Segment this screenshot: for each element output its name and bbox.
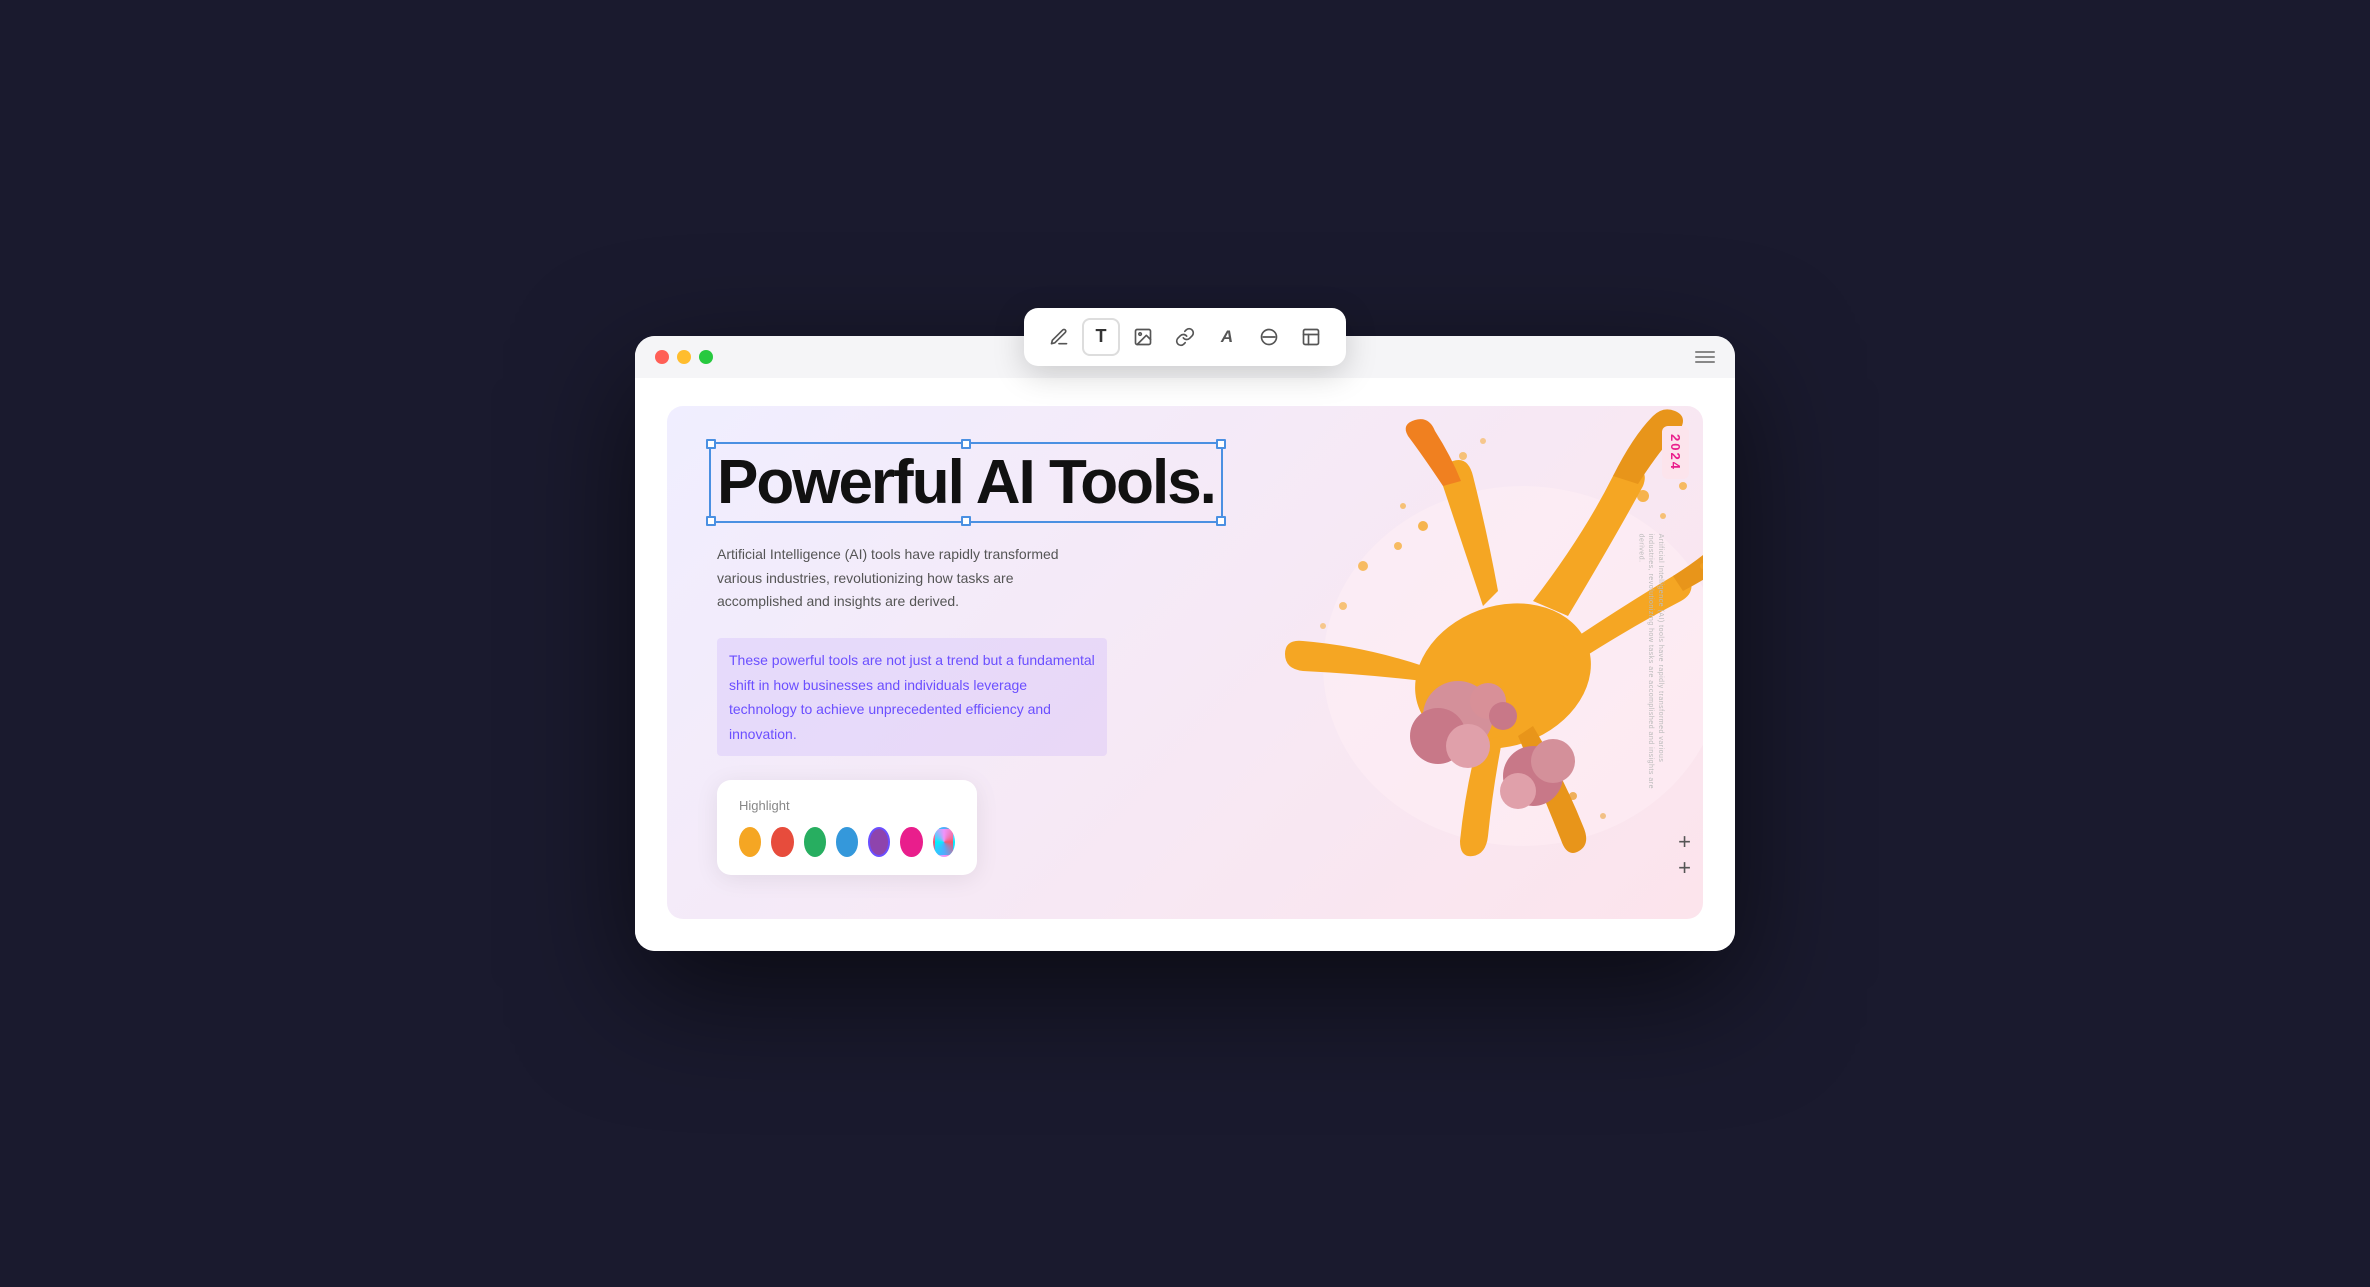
mask-tool-button[interactable] <box>1250 318 1288 356</box>
pen-tool-button[interactable] <box>1040 318 1078 356</box>
side-plus-icons: + + <box>1678 831 1691 879</box>
slide-title: Powerful AI Tools. <box>717 450 1215 515</box>
color-red[interactable] <box>771 827 793 857</box>
main-window: T A <box>635 336 1735 951</box>
add-element-button-2[interactable]: + <box>1678 857 1691 879</box>
link-tool-button[interactable] <box>1166 318 1204 356</box>
traffic-lights <box>655 350 713 364</box>
color-green[interactable] <box>804 827 826 857</box>
slide-content: Powerful AI Tools. Artificial Intelligen… <box>667 406 1259 919</box>
color-yellow[interactable] <box>739 827 761 857</box>
handle-bottom-left[interactable] <box>706 516 716 526</box>
side-vertical-text: Artificial Intelligence (AI) tools have … <box>1636 534 1665 791</box>
handle-bottom-mid[interactable] <box>961 516 971 526</box>
window-body: Powerful AI Tools. Artificial Intelligen… <box>635 378 1735 951</box>
canvas-area: Powerful AI Tools. Artificial Intelligen… <box>667 406 1703 919</box>
handle-top-right[interactable] <box>1216 439 1226 449</box>
minimize-button[interactable] <box>677 350 691 364</box>
title-wrapper[interactable]: Powerful AI Tools. <box>717 450 1215 515</box>
highlight-picker: Highlight <box>717 780 977 875</box>
maximize-button[interactable] <box>699 350 713 364</box>
layout-tool-button[interactable] <box>1292 318 1330 356</box>
highlight-text: These powerful tools are not just a tren… <box>729 652 1095 742</box>
image-tool-button[interactable] <box>1124 318 1162 356</box>
year-badge: 2024 <box>1662 426 1689 479</box>
menu-icon[interactable] <box>1695 351 1715 363</box>
add-element-button-1[interactable]: + <box>1678 831 1691 853</box>
color-swatches <box>739 827 955 857</box>
text-tool-button[interactable]: T <box>1082 318 1120 356</box>
color-gradient[interactable] <box>933 827 955 857</box>
slide-highlight: These powerful tools are not just a tren… <box>717 638 1107 756</box>
font-tool-button[interactable]: A <box>1208 318 1246 356</box>
close-button[interactable] <box>655 350 669 364</box>
color-blue[interactable] <box>836 827 858 857</box>
handle-top-left[interactable] <box>706 439 716 449</box>
highlight-picker-label: Highlight <box>739 798 955 813</box>
color-pink[interactable] <box>900 827 922 857</box>
floating-toolbar: T A <box>1024 308 1346 366</box>
color-purple[interactable] <box>868 827 890 857</box>
slide-description: Artificial Intelligence (AI) tools have … <box>717 543 1087 614</box>
handle-bottom-right[interactable] <box>1216 516 1226 526</box>
